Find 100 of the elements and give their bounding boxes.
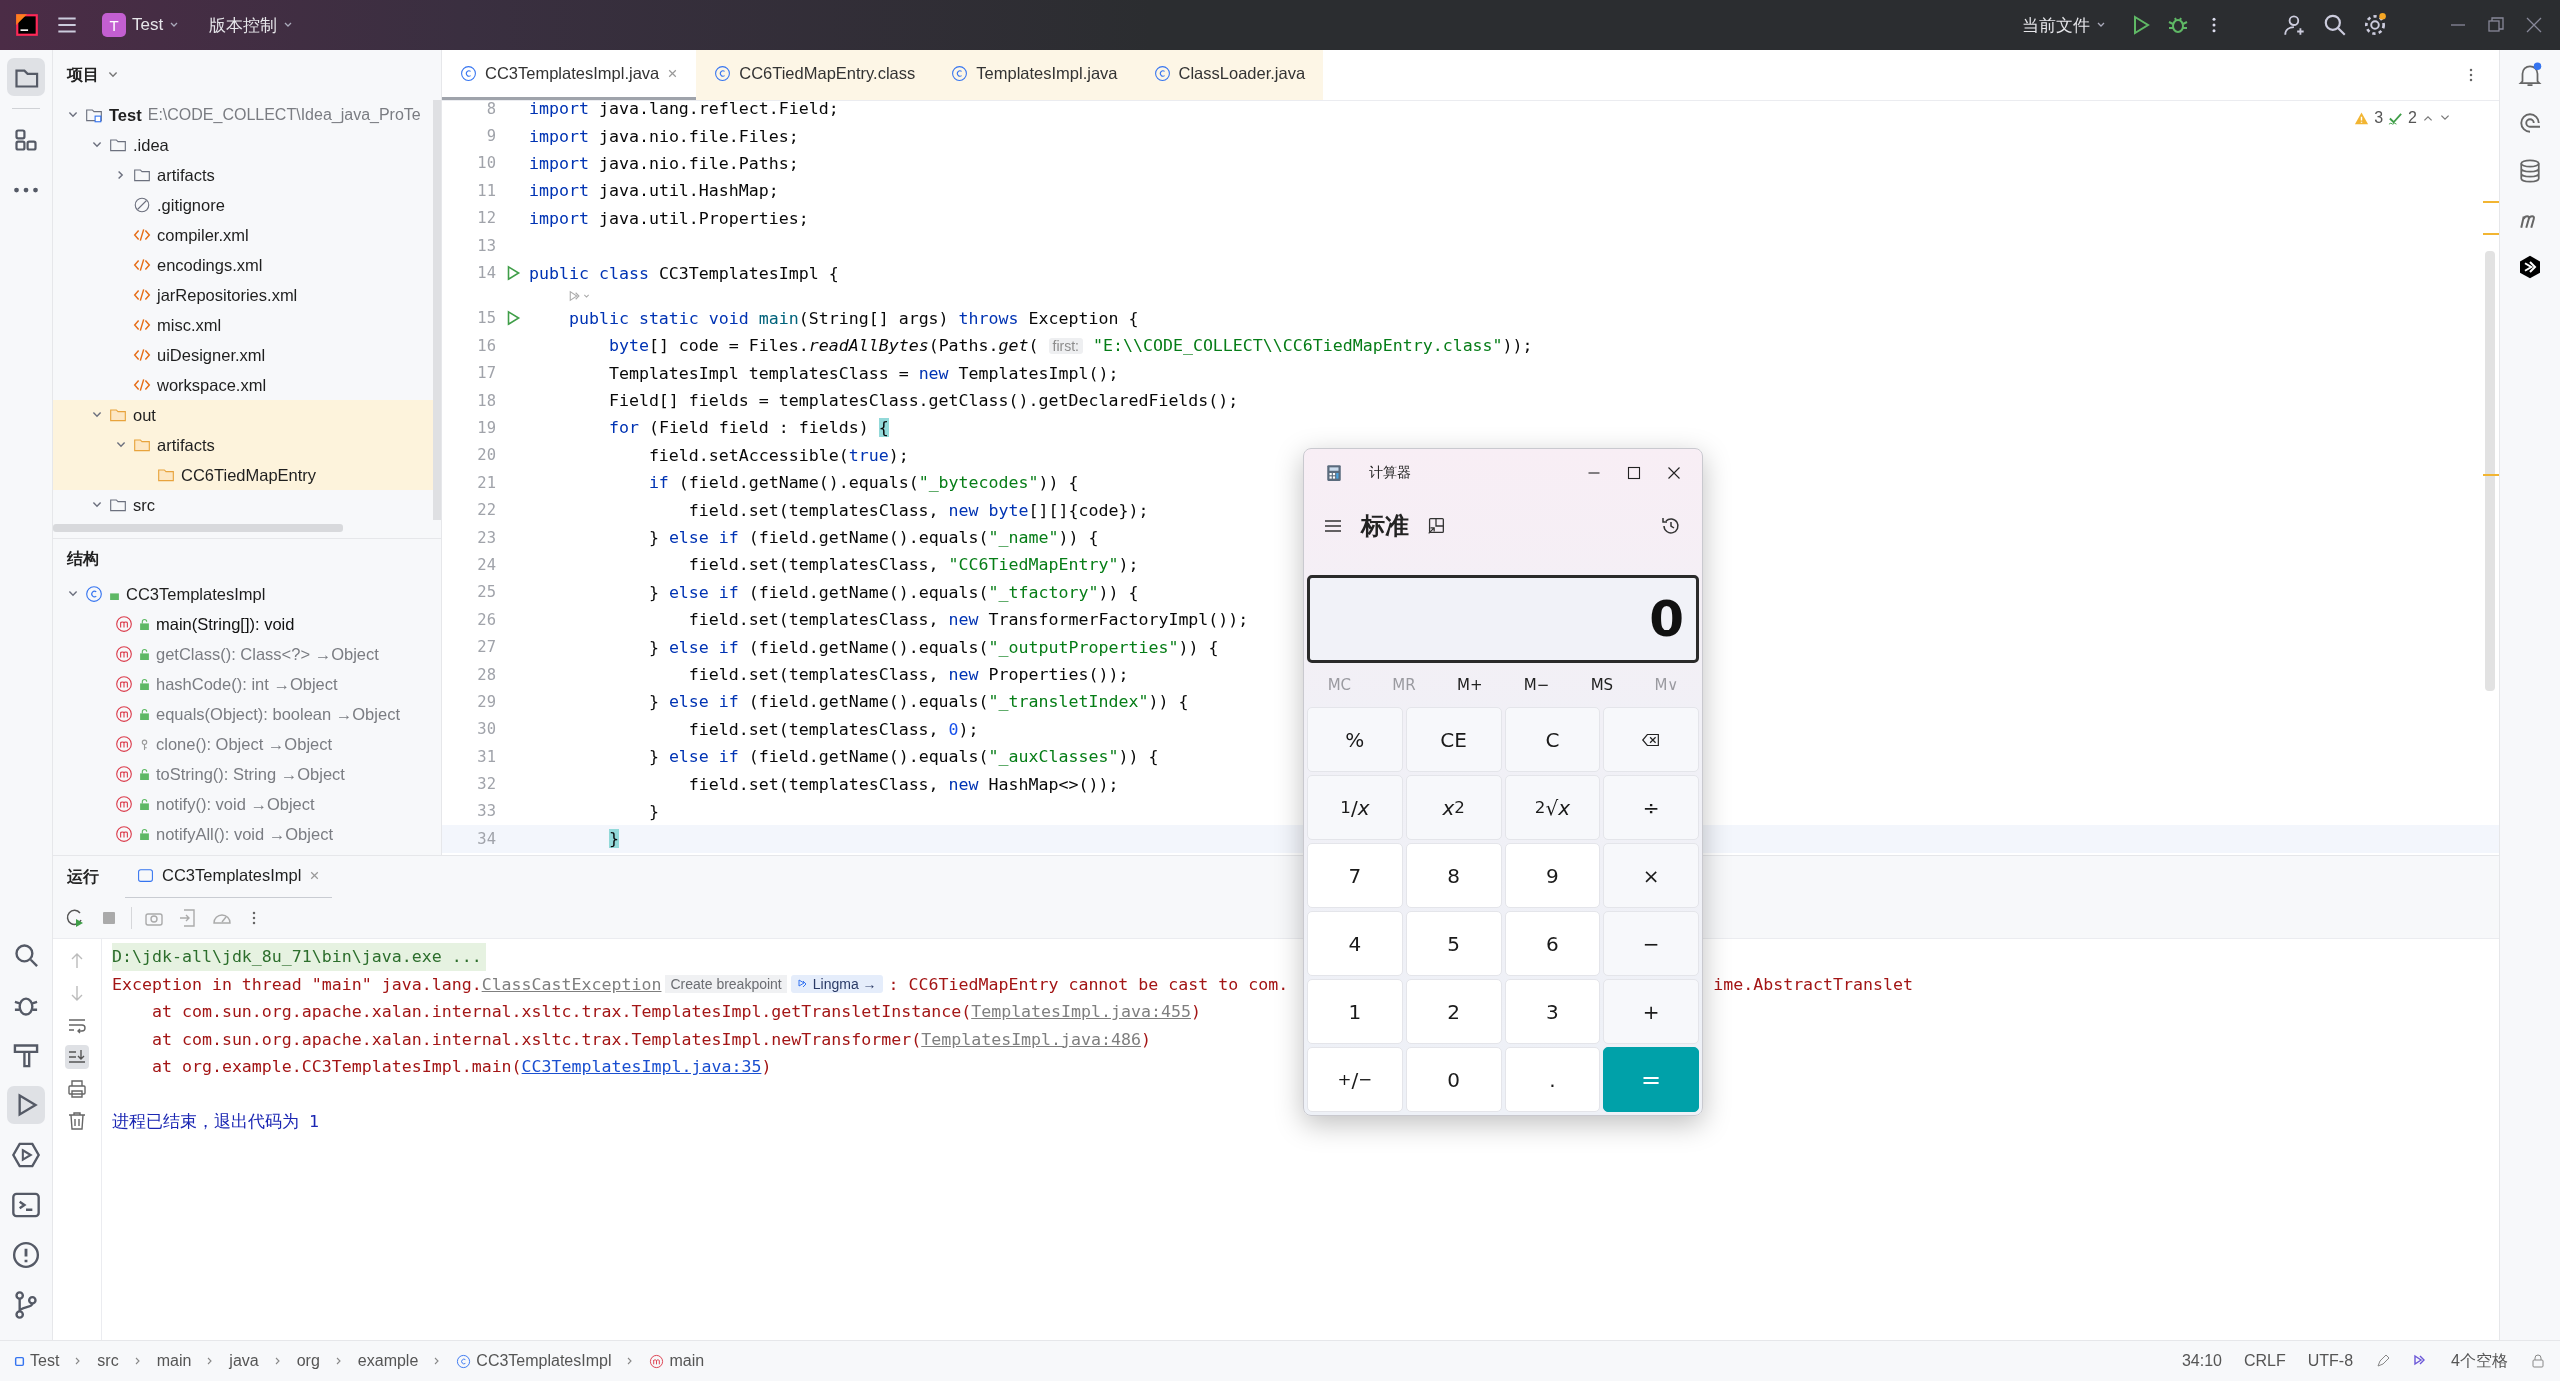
tree-item[interactable]: .idea <box>53 130 433 160</box>
scrollbar[interactable] <box>2485 251 2495 691</box>
line-number: 33 <box>476 802 496 821</box>
line-number: 10 <box>476 154 496 173</box>
memory-button[interactable]: MS <box>1582 672 1622 698</box>
code-line: field.set(templatesClass, new Properties()); <box>687 665 1129 684</box>
scrollbar[interactable] <box>53 524 343 532</box>
breadcrumb[interactable]: example <box>357 1352 419 1370</box>
tree-item[interactable]: src <box>53 490 433 520</box>
editor-tab[interactable]: CC6TiedMapEntry.class <box>696 50 934 100</box>
breadcrumb[interactable]: main <box>649 1352 705 1370</box>
search-icon[interactable] <box>2322 12 2348 38</box>
calculator-key[interactable]: × <box>1603 843 1699 908</box>
structure-item[interactable]: CC3TemplatesImpl <box>53 579 441 609</box>
source-link[interactable]: TemplatesImpl.java:486 <box>921 1029 1141 1049</box>
class-icon <box>951 65 969 82</box>
weak-warning-count: 2 <box>2408 109 2417 127</box>
lingma-badge[interactable]: Lingma → <box>790 975 883 994</box>
panel-title[interactable]: 项目 <box>67 64 99 86</box>
file-encoding[interactable]: UTF-8 <box>2307 1352 2354 1370</box>
tree-item[interactable]: misc.xml <box>53 310 433 340</box>
calculator-key[interactable]: 4 <box>1307 911 1403 976</box>
tree-item[interactable]: jarRepositories.xml <box>53 280 433 310</box>
print-icon[interactable] <box>65 1077 89 1101</box>
calculator-key[interactable]: 6 <box>1504 911 1601 976</box>
line-number: 25 <box>476 583 496 602</box>
console-line: Exception in thread "main" java.lang. <box>112 974 482 994</box>
create-breakpoint-hint[interactable]: Create breakpoint <box>665 975 787 994</box>
exception-link[interactable]: ClassCastException <box>481 974 662 994</box>
line-number: 13 <box>476 236 496 255</box>
breadcrumb[interactable]: Test <box>14 1352 60 1370</box>
breadcrumb[interactable]: main <box>156 1352 192 1370</box>
calculator-key[interactable]: 2 <box>1405 979 1502 1044</box>
tree-item[interactable]: uiDesigner.xml <box>53 340 433 370</box>
caret-position[interactable]: 34:10 <box>2181 1352 2222 1370</box>
calculator-key[interactable]: 1 <box>1307 979 1403 1044</box>
folder-icon <box>133 436 151 454</box>
project-switcher[interactable]: T Test <box>94 9 188 41</box>
tree-item[interactable]: CC6TiedMapEntry <box>53 460 433 490</box>
structure-item[interactable]: hashCode(): int →Object <box>53 669 441 699</box>
calculator-key[interactable]: 8 <box>1405 843 1502 908</box>
method-icon <box>649 1353 665 1369</box>
console-text: ) <box>761 1057 772 1077</box>
settings-icon[interactable] <box>2362 12 2388 38</box>
calculator-key[interactable]: CE <box>1405 707 1502 772</box>
calculator-key[interactable]: ÷ <box>1603 775 1699 840</box>
console-line: : CC6TiedMapEntry cannot be cast to com. <box>888 974 1289 994</box>
folder-icon <box>133 166 151 184</box>
calculator-key[interactable]: . <box>1504 1047 1601 1112</box>
breadcrumb[interactable]: org <box>296 1352 320 1370</box>
structure-item[interactable]: main(String[]): void <box>53 609 441 639</box>
editor-tab[interactable]: ClassLoader.java <box>1135 50 1324 100</box>
folder-icon[interactable] <box>7 58 45 96</box>
calculator-key[interactable]: − <box>1603 911 1699 976</box>
scroll-to-end-icon[interactable] <box>65 1045 89 1069</box>
tree-item[interactable]: .gitignore <box>53 190 433 220</box>
memory-button[interactable]: M− <box>1515 672 1558 698</box>
vcs-menu[interactable]: 版本控制 <box>201 9 302 41</box>
tree-item[interactable]: artifacts <box>53 430 433 460</box>
code-line: } else if (field.getName().equals("_transletIndex")) { <box>647 692 1189 712</box>
run-config-selector[interactable]: 当前文件 <box>2014 9 2114 41</box>
read-only-icon[interactable] <box>2375 1353 2392 1369</box>
code-line: import java.util.HashMap; <box>529 181 779 201</box>
app-logo-icon[interactable] <box>14 12 40 38</box>
breadcrumb[interactable]: CC3TemplatesImpl <box>456 1352 612 1370</box>
calculator-key[interactable]: 3 <box>1504 979 1601 1044</box>
line-number: 16 <box>476 336 496 355</box>
tree-item[interactable]: compiler.xml <box>53 220 433 250</box>
tree-item[interactable]: encodings.xml <box>53 250 433 280</box>
calculator-key[interactable]: 0 <box>1405 1047 1502 1112</box>
calculator-key[interactable]: % <box>1307 707 1403 772</box>
structure-item[interactable]: notify(): void →Object <box>53 789 441 819</box>
calculator-key[interactable]: + <box>1603 979 1699 1044</box>
structure-item[interactable]: getClass(): Class<?> →Object <box>53 639 441 669</box>
indent-setting[interactable]: 4个空格 <box>2451 1350 2508 1372</box>
tree-item[interactable]: out <box>53 400 433 430</box>
breadcrumb[interactable]: src <box>97 1352 119 1370</box>
xml-file-icon <box>133 226 151 244</box>
source-link[interactable]: TemplatesImpl.java:455 <box>971 1002 1191 1022</box>
editor-tab[interactable]: TemplatesImpl.java <box>933 50 1136 100</box>
calculator-key[interactable]: C <box>1504 707 1601 772</box>
memory-button[interactable]: M+ <box>1449 672 1491 698</box>
breadcrumb[interactable]: java <box>229 1352 259 1370</box>
structure-item[interactable]: toString(): String →Object <box>53 759 441 789</box>
line-ending[interactable]: CRLF <box>2244 1352 2286 1370</box>
source-link[interactable]: CC3TemplatesImpl.java:35 <box>521 1057 762 1077</box>
lock-icon <box>139 798 150 810</box>
tree-item[interactable]: Test E:\CODE_COLLECT\Idea_java_ProTe <box>53 100 433 130</box>
code-line: import java.util.Properties; <box>529 208 809 228</box>
calculator-key[interactable]: 7 <box>1307 843 1403 908</box>
structure-item[interactable]: notifyAll(): void →Object <box>53 819 441 849</box>
tree-item[interactable]: artifacts <box>53 160 433 190</box>
structure-item[interactable]: equals(Object): boolean →Object <box>53 699 441 729</box>
run-icon[interactable] <box>7 1086 45 1124</box>
tree-item[interactable]: workspace.xml <box>53 370 433 400</box>
structure-item[interactable]: clone(): Object →Object <box>53 729 441 759</box>
calculator-key[interactable]: 5 <box>1405 911 1502 976</box>
code-line: } else if (field.getName().equals("_auxClasses")) { <box>647 747 1159 767</box>
calculator-key[interactable]: 9 <box>1504 843 1601 908</box>
code-line: } else if (field.getName().equals("_outputProperties")) { <box>647 637 1219 657</box>
